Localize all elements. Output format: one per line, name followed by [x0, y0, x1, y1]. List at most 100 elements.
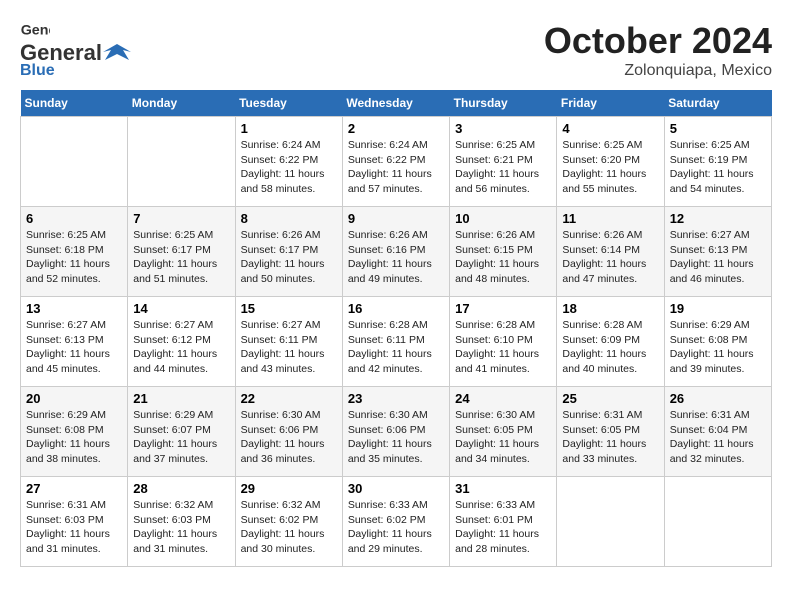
calendar-cell: 1Sunrise: 6:24 AM Sunset: 6:22 PM Daylig…: [235, 117, 342, 207]
calendar-cell: 19 Sunrise: 6:29 AM Sunset: 6:08 PM Dayli…: [664, 297, 771, 387]
calendar-week-2: 6 Sunrise: 6:25 AM Sunset: 6:18 PM Daylig…: [21, 207, 772, 297]
calendar-cell: 20Sunrise: 6:29 AM Sunset: 6:08 PM Dayli…: [21, 387, 128, 477]
calendar-cell: 16 Sunrise: 6:28 AM Sunset: 6:11 PM Dayli…: [342, 297, 449, 387]
day-info: Sunrise: 6:26 AM Sunset: 6:14 PM Dayligh…: [562, 228, 658, 287]
day-number: 7: [133, 211, 229, 226]
day-number: 8: [241, 211, 337, 226]
calendar-week-4: 20Sunrise: 6:29 AM Sunset: 6:08 PM Dayli…: [21, 387, 772, 477]
col-saturday: Saturday: [664, 90, 771, 117]
calendar-cell: 30 Sunrise: 6:33 AM Sunset: 6:02 PM Dayli…: [342, 477, 449, 567]
calendar-cell: 25 Sunrise: 6:31 AM Sunset: 6:05 PM Dayli…: [557, 387, 664, 477]
day-number: 31: [455, 481, 551, 496]
day-number: 30: [348, 481, 444, 496]
calendar-cell: 6 Sunrise: 6:25 AM Sunset: 6:18 PM Daylig…: [21, 207, 128, 297]
day-number: 13: [26, 301, 122, 316]
day-number: 2: [348, 121, 444, 136]
day-number: 28: [133, 481, 229, 496]
calendar-cell: 18 Sunrise: 6:28 AM Sunset: 6:09 PM Dayli…: [557, 297, 664, 387]
day-number: 29: [241, 481, 337, 496]
calendar-cell: 23 Sunrise: 6:30 AM Sunset: 6:06 PM Dayli…: [342, 387, 449, 477]
day-info: Sunrise: 6:25 AM Sunset: 6:18 PM Dayligh…: [26, 228, 122, 287]
day-number: 25: [562, 391, 658, 406]
calendar-cell: 17Sunrise: 6:28 AM Sunset: 6:10 PM Dayli…: [450, 297, 557, 387]
day-number: 17: [455, 301, 551, 316]
day-number: 3: [455, 121, 551, 136]
calendar-cell: 9Sunrise: 6:26 AM Sunset: 6:16 PM Daylig…: [342, 207, 449, 297]
calendar-cell: 31Sunrise: 6:33 AM Sunset: 6:01 PM Dayli…: [450, 477, 557, 567]
day-number: 19: [670, 301, 766, 316]
day-info: Sunrise: 6:28 AM Sunset: 6:09 PM Dayligh…: [562, 318, 658, 377]
day-info: Sunrise: 6:24 AM Sunset: 6:22 PM Dayligh…: [348, 138, 444, 197]
calendar-cell: [557, 477, 664, 567]
page-header: General General Blue October 2024 Zolonq…: [20, 20, 772, 80]
day-number: 18: [562, 301, 658, 316]
col-monday: Monday: [128, 90, 235, 117]
calendar-week-3: 13 Sunrise: 6:27 AM Sunset: 6:13 PM Dayli…: [21, 297, 772, 387]
calendar-cell: 26 Sunrise: 6:31 AM Sunset: 6:04 PM Dayli…: [664, 387, 771, 477]
day-info: Sunrise: 6:28 AM Sunset: 6:11 PM Dayligh…: [348, 318, 444, 377]
day-number: 12: [670, 211, 766, 226]
calendar-cell: 11Sunrise: 6:26 AM Sunset: 6:14 PM Dayli…: [557, 207, 664, 297]
day-number: 6: [26, 211, 122, 226]
day-number: 27: [26, 481, 122, 496]
day-number: 10: [455, 211, 551, 226]
calendar-week-5: 27 Sunrise: 6:31 AM Sunset: 6:03 PM Dayli…: [21, 477, 772, 567]
day-info: Sunrise: 6:27 AM Sunset: 6:13 PM Dayligh…: [670, 228, 766, 287]
day-number: 16: [348, 301, 444, 316]
day-number: 22: [241, 391, 337, 406]
header-row: Sunday Monday Tuesday Wednesday Thursday…: [21, 90, 772, 117]
day-info: Sunrise: 6:31 AM Sunset: 6:03 PM Dayligh…: [26, 498, 122, 557]
day-number: 15: [241, 301, 337, 316]
day-number: 21: [133, 391, 229, 406]
day-info: Sunrise: 6:31 AM Sunset: 6:04 PM Dayligh…: [670, 408, 766, 467]
calendar-cell: [664, 477, 771, 567]
day-info: Sunrise: 6:27 AM Sunset: 6:11 PM Dayligh…: [241, 318, 337, 377]
day-info: Sunrise: 6:33 AM Sunset: 6:02 PM Dayligh…: [348, 498, 444, 557]
day-info: Sunrise: 6:29 AM Sunset: 6:08 PM Dayligh…: [670, 318, 766, 377]
day-info: Sunrise: 6:30 AM Sunset: 6:06 PM Dayligh…: [348, 408, 444, 467]
day-info: Sunrise: 6:31 AM Sunset: 6:05 PM Dayligh…: [562, 408, 658, 467]
logo-blue: Blue: [20, 62, 55, 80]
calendar-cell: 21 Sunrise: 6:29 AM Sunset: 6:07 PM Dayli…: [128, 387, 235, 477]
day-info: Sunrise: 6:30 AM Sunset: 6:05 PM Dayligh…: [455, 408, 551, 467]
logo: General General Blue: [20, 20, 132, 80]
day-number: 23: [348, 391, 444, 406]
calendar-cell: [21, 117, 128, 207]
day-number: 9: [348, 211, 444, 226]
calendar-cell: 5 Sunrise: 6:25 AM Sunset: 6:19 PM Daylig…: [664, 117, 771, 207]
calendar-cell: 24 Sunrise: 6:30 AM Sunset: 6:05 PM Dayli…: [450, 387, 557, 477]
calendar-cell: 28 Sunrise: 6:32 AM Sunset: 6:03 PM Dayli…: [128, 477, 235, 567]
logo-icon: General: [20, 20, 50, 40]
day-info: Sunrise: 6:26 AM Sunset: 6:17 PM Dayligh…: [241, 228, 337, 287]
calendar-cell: 15 Sunrise: 6:27 AM Sunset: 6:11 PM Dayli…: [235, 297, 342, 387]
day-number: 4: [562, 121, 658, 136]
day-number: 26: [670, 391, 766, 406]
day-info: Sunrise: 6:29 AM Sunset: 6:07 PM Dayligh…: [133, 408, 229, 467]
calendar-cell: 3Sunrise: 6:25 AM Sunset: 6:21 PM Daylig…: [450, 117, 557, 207]
day-number: 5: [670, 121, 766, 136]
col-sunday: Sunday: [21, 90, 128, 117]
day-info: Sunrise: 6:25 AM Sunset: 6:19 PM Dayligh…: [670, 138, 766, 197]
col-thursday: Thursday: [450, 90, 557, 117]
calendar-table: Sunday Monday Tuesday Wednesday Thursday…: [20, 90, 772, 567]
month-title: October 2024: [544, 20, 772, 62]
calendar-cell: 29Sunrise: 6:32 AM Sunset: 6:02 PM Dayli…: [235, 477, 342, 567]
day-info: Sunrise: 6:32 AM Sunset: 6:03 PM Dayligh…: [133, 498, 229, 557]
title-block: October 2024 Zolonquiapa, Mexico: [544, 20, 772, 80]
svg-text:General: General: [21, 22, 50, 38]
day-info: Sunrise: 6:29 AM Sunset: 6:08 PM Dayligh…: [26, 408, 122, 467]
calendar-week-1: 1 Sunrise: 6:24 AM Sunset: 6:22 PM Daylig…: [21, 117, 772, 207]
calendar-cell: 27 Sunrise: 6:31 AM Sunset: 6:03 PM Dayli…: [21, 477, 128, 567]
calendar-cell: 13 Sunrise: 6:27 AM Sunset: 6:13 PM Dayli…: [21, 297, 128, 387]
day-info: Sunrise: 6:25 AM Sunset: 6:20 PM Dayligh…: [562, 138, 658, 197]
calendar-cell: 2 Sunrise: 6:24 AM Sunset: 6:22 PM Daylig…: [342, 117, 449, 207]
calendar-cell: 14Sunrise: 6:27 AM Sunset: 6:12 PM Dayli…: [128, 297, 235, 387]
day-number: 24: [455, 391, 551, 406]
calendar-cell: 7Sunrise: 6:25 AM Sunset: 6:17 PM Daylig…: [128, 207, 235, 297]
day-info: Sunrise: 6:27 AM Sunset: 6:13 PM Dayligh…: [26, 318, 122, 377]
day-number: 1: [241, 121, 337, 136]
col-wednesday: Wednesday: [342, 90, 449, 117]
logo-bird-icon: [103, 42, 131, 64]
location: Zolonquiapa, Mexico: [544, 62, 772, 80]
day-info: Sunrise: 6:27 AM Sunset: 6:12 PM Dayligh…: [133, 318, 229, 377]
